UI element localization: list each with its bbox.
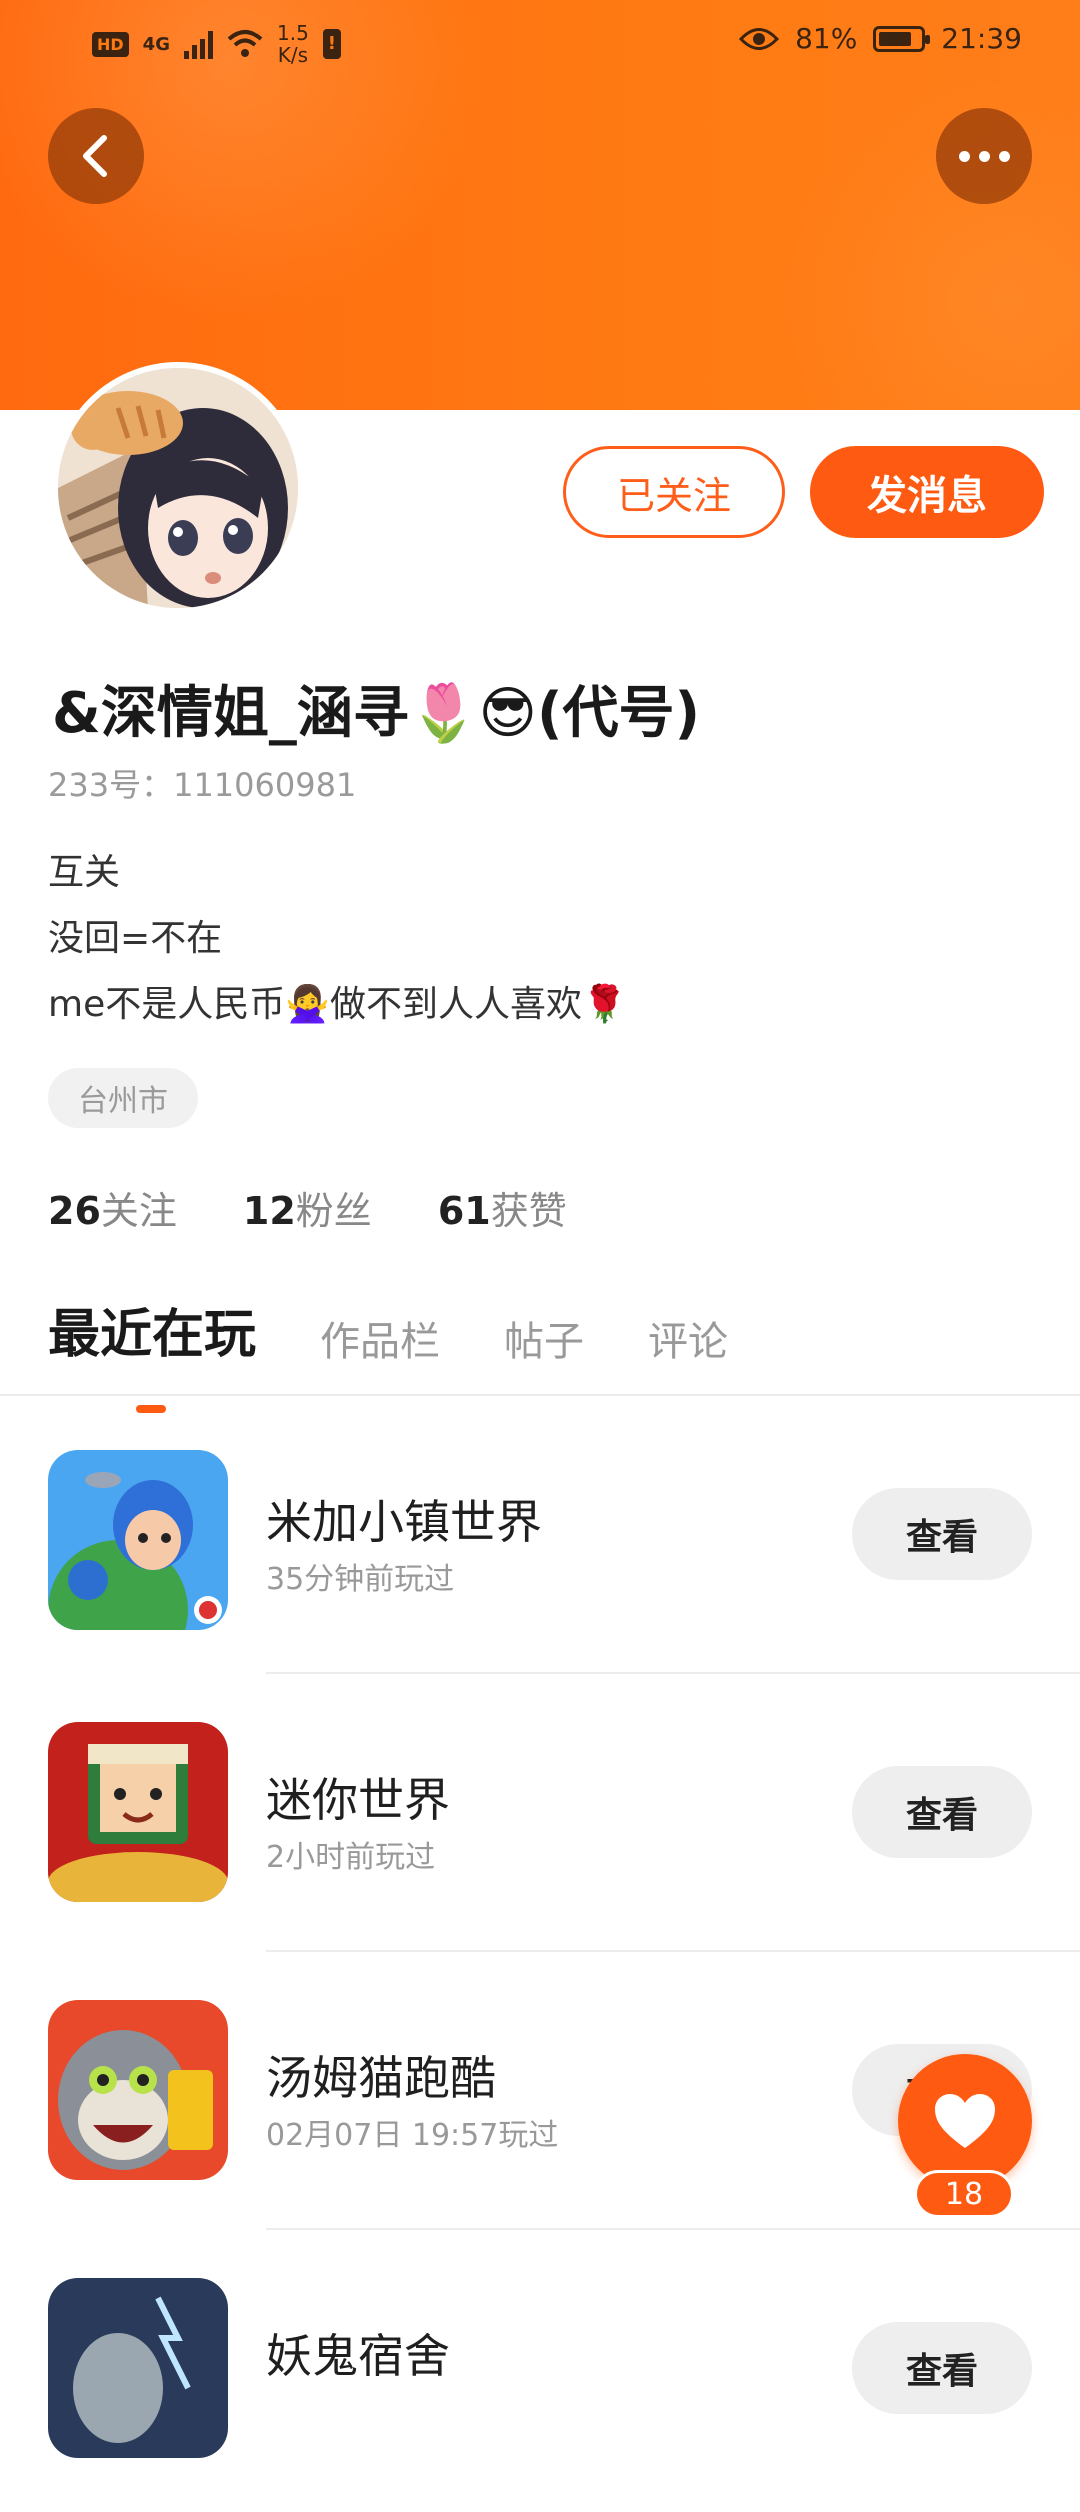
status-bar: HD 4G 1.5 K/s ! 81% 21:39 — [0, 0, 1080, 90]
followed-button[interactable]: 已关注 — [563, 446, 785, 538]
avatar[interactable] — [52, 362, 304, 614]
send-message-button[interactable]: 发消息 — [810, 446, 1044, 538]
signal-icon — [183, 29, 213, 59]
more-dots-icon — [958, 150, 1010, 162]
back-button[interactable] — [48, 108, 144, 204]
stat-followers[interactable]: 12粉丝 — [243, 1180, 372, 1235]
bio-line: me不是人民币🙅‍♀️做不到人人喜欢🌹 — [48, 984, 627, 1025]
row-divider — [266, 1950, 1080, 1952]
username: &深情姐_涵寻🌷😎(代号) — [52, 681, 701, 746]
tab-works[interactable]: 作品栏 — [320, 1309, 440, 1367]
eye-icon — [739, 27, 780, 50]
tab-comments[interactable]: 评论 — [648, 1309, 728, 1367]
battery-icon — [873, 25, 931, 52]
network-speed: 1.5 K/s — [276, 21, 309, 67]
game-icon-ghost-dorm[interactable] — [48, 2278, 228, 2458]
hd-badge: HD — [92, 31, 129, 57]
avatar-illustration — [58, 368, 298, 608]
clock-time: 21:39 — [941, 22, 1022, 55]
like-button[interactable] — [898, 2054, 1032, 2188]
bio-line: 没回=不在 — [48, 918, 223, 959]
game-row[interactable]: 米加小镇世界 35分钟前玩过 查看 — [0, 1400, 1080, 1678]
game-row[interactable]: 迷你世界 2小时前玩过 查看 — [0, 1678, 1080, 1956]
tab-posts[interactable]: 帖子 — [504, 1309, 584, 1367]
game-last-played: 2小时前玩过 — [266, 1840, 436, 1875]
chevron-left-icon — [83, 135, 107, 177]
heart-icon — [935, 2094, 995, 2148]
alert-icon: ! — [322, 29, 341, 59]
user-id: 233号：111060981 — [48, 766, 357, 804]
more-button[interactable] — [936, 108, 1032, 204]
stat-likes[interactable]: 61获赞 — [438, 1180, 567, 1235]
row-divider — [266, 1672, 1080, 1674]
view-button[interactable]: 查看 — [852, 1488, 1032, 1580]
battery-percent: 81% — [795, 22, 858, 55]
tab-recently-played[interactable]: 最近在玩 — [48, 1292, 256, 1413]
view-button[interactable]: 查看 — [852, 2322, 1032, 2414]
profile-stats: 26关注 12粉丝 61获赞 — [48, 1180, 567, 1235]
game-name: 米加小镇世界 — [266, 1495, 542, 1549]
game-name: 迷你世界 — [266, 1773, 450, 1827]
game-last-played: 02月07日 19:57玩过 — [266, 2118, 559, 2153]
like-count-badge: 18 — [914, 2170, 1014, 2218]
wifi-icon — [227, 30, 263, 57]
game-icon-mini-world[interactable] — [48, 1722, 228, 1902]
network-type: 4G — [142, 33, 170, 55]
location-tag: 台州市 — [48, 1068, 198, 1128]
game-name: 妖鬼宿舍 — [266, 2329, 450, 2383]
game-row[interactable]: 妖鬼宿舍 查看 — [0, 2234, 1080, 2512]
game-last-played: 35分钟前玩过 — [266, 1562, 455, 1597]
row-divider — [266, 2228, 1080, 2230]
stat-following[interactable]: 26关注 — [48, 1180, 177, 1235]
profile-tabs: 最近在玩 作品栏 帖子 评论 — [48, 1292, 792, 1413]
bio-line: 互关 — [48, 852, 121, 893]
bio: 互关 没回=不在 me不是人民币🙅‍♀️做不到人人喜欢🌹 — [48, 840, 627, 1038]
game-name: 汤姆猫跑酷 — [266, 2051, 496, 2105]
game-icon-miga-town[interactable] — [48, 1450, 228, 1630]
tab-divider — [0, 1394, 1080, 1396]
view-button[interactable]: 查看 — [852, 1766, 1032, 1858]
game-icon-tom-gold-run[interactable] — [48, 2000, 228, 2180]
